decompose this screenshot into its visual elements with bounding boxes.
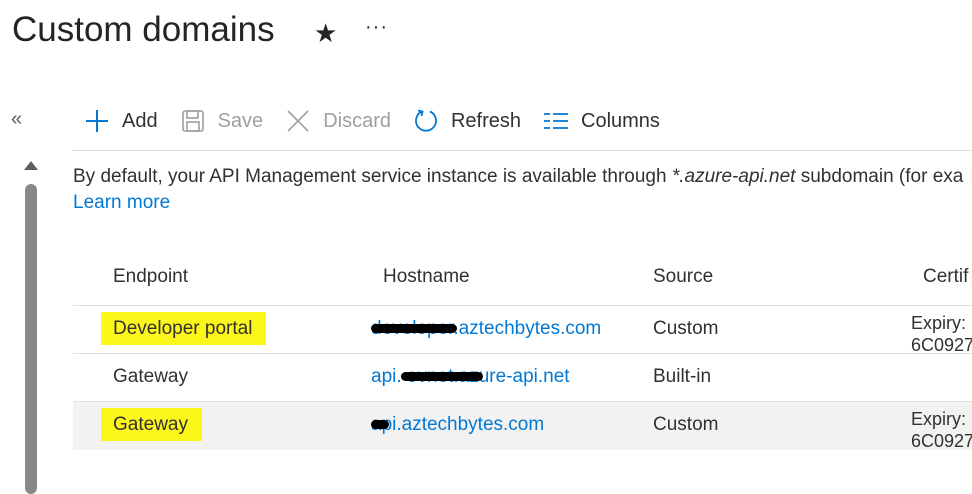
- endpoint-cell: Gateway: [113, 366, 188, 387]
- redaction-mark: [371, 420, 389, 429]
- header-hostname[interactable]: Hostname: [383, 266, 470, 288]
- certificate-cell: Expiry: 6C0927: [911, 409, 972, 451]
- endpoint-cell: Gateway: [101, 408, 202, 441]
- columns-label: Columns: [581, 109, 660, 132]
- description-text: By default, your API Management service …: [73, 166, 964, 187]
- more-icon[interactable]: ···: [365, 16, 388, 39]
- scroll-up-icon[interactable]: [24, 161, 38, 170]
- certificate-cell: Expiry: 6C0927: [911, 313, 972, 355]
- page-title: Custom domains: [12, 10, 275, 49]
- discard-icon: [285, 108, 311, 134]
- columns-button[interactable]: Columns: [543, 108, 660, 134]
- star-icon[interactable]: ★: [314, 18, 337, 49]
- source-cell: Built-in: [653, 366, 712, 387]
- add-icon: [84, 108, 110, 134]
- table-row[interactable]: Gateway api.aztechbytes.com Custom Expir…: [73, 401, 972, 451]
- refresh-button[interactable]: Refresh: [413, 108, 521, 134]
- redaction-mark: [401, 372, 483, 381]
- source-cell: Custom: [653, 318, 719, 339]
- domain-text: *.azure-api.net: [671, 166, 796, 187]
- table-row[interactable]: Gateway api. ovnet.azure-api.net Built-i…: [73, 353, 972, 401]
- table-row[interactable]: Developer portal developer.aztechbytes.c…: [73, 305, 972, 355]
- scrollbar-thumb[interactable]: [25, 184, 37, 494]
- discard-label: Discard: [323, 109, 391, 132]
- header-endpoint[interactable]: Endpoint: [113, 266, 188, 288]
- learn-more-link[interactable]: Learn more: [73, 192, 170, 214]
- columns-icon: [543, 108, 569, 134]
- hostname-link[interactable]: api.aztechbytes.com: [371, 414, 544, 436]
- add-button[interactable]: Add: [84, 108, 158, 134]
- save-button[interactable]: Save: [180, 108, 264, 134]
- refresh-icon: [413, 108, 439, 134]
- collapse-icon[interactable]: «: [11, 108, 22, 131]
- command-bar: Add Save Discard Refresh Columns: [84, 104, 682, 138]
- discard-button[interactable]: Discard: [285, 108, 391, 134]
- header-source[interactable]: Source: [653, 266, 713, 288]
- source-cell: Custom: [653, 414, 719, 435]
- save-label: Save: [217, 109, 264, 132]
- redaction-mark: [371, 324, 457, 333]
- refresh-label: Refresh: [450, 109, 522, 132]
- divider: [72, 150, 972, 151]
- add-label: Add: [122, 109, 158, 132]
- save-icon: [180, 108, 206, 134]
- endpoint-cell: Developer portal: [101, 312, 267, 345]
- header-certificate[interactable]: Certif: [923, 266, 968, 288]
